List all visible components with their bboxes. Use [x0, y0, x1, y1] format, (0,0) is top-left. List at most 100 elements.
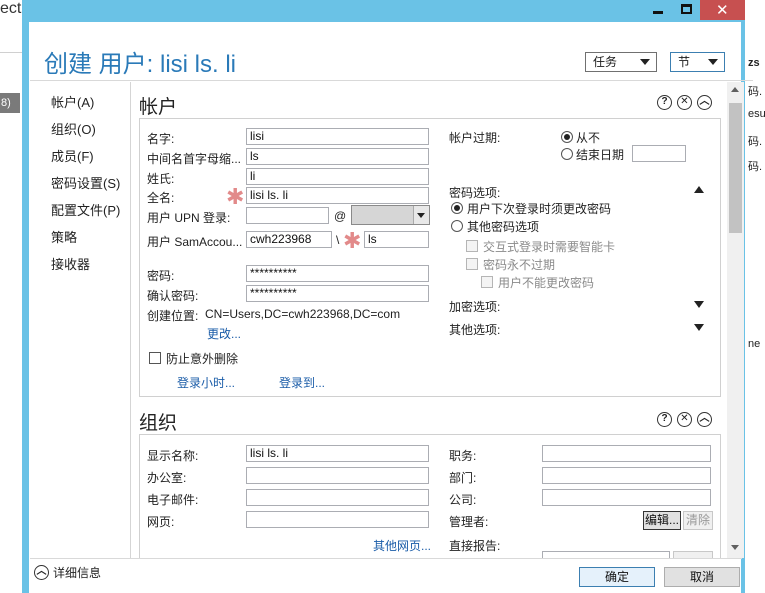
sam-account-input[interactable]: ls — [364, 231, 429, 248]
nav-item-organization[interactable]: 组织(O) — [51, 119, 96, 138]
end-date-label: 结束日期 — [576, 148, 625, 162]
job-title-label: 职务: — [449, 449, 477, 463]
office-label: 办公室: — [147, 471, 187, 485]
confirm-password-label: 确认密码: — [147, 289, 199, 303]
end-date-input[interactable] — [632, 145, 686, 162]
section-heading-account: 帐户 — [139, 97, 178, 118]
nav-item-account[interactable]: 帐户(A) — [51, 92, 94, 111]
section-dropdown-label: 节 — [678, 55, 691, 69]
web-page-input[interactable] — [246, 511, 429, 528]
never-expires-radio[interactable] — [561, 131, 573, 143]
help-icon[interactable]: ? — [657, 412, 672, 427]
scrollbar-thumb[interactable] — [729, 103, 742, 233]
sam-label: 用户 SamAccou... — [147, 235, 243, 249]
required-icon: ✱ — [226, 184, 245, 209]
display-name-input[interactable]: lisi ls. li — [246, 445, 429, 462]
content-divider — [130, 82, 131, 558]
chevron-down-icon — [640, 59, 650, 65]
background-divider — [0, 52, 22, 53]
minimize-button[interactable] — [644, 0, 673, 20]
cancel-button[interactable]: 取消 — [664, 567, 740, 587]
close-button[interactable]: ✕ — [700, 0, 745, 20]
email-label: 电子邮件: — [147, 493, 199, 507]
cannot-change-password-checkbox[interactable] — [481, 276, 493, 288]
section-close-icon[interactable]: ✕ — [677, 95, 692, 110]
maximize-icon — [681, 4, 692, 14]
logon-hours-link[interactable]: 登录小时... — [177, 374, 235, 391]
upn-domain-dropdown[interactable] — [351, 205, 430, 225]
password-label: 密码: — [147, 269, 175, 283]
sam-domain-input: cwh223968 — [246, 231, 332, 248]
direct-reports-button[interactable] — [673, 551, 713, 558]
protect-deletion-label: 防止意外删除 — [166, 352, 239, 366]
logon-to-link[interactable]: 登录到... — [279, 374, 325, 391]
dropdown-button — [413, 206, 429, 224]
must-change-radio[interactable] — [451, 202, 463, 214]
password-input[interactable]: ********** — [246, 265, 429, 282]
background-text: esu — [748, 108, 765, 120]
details-label[interactable]: 详细信息 — [53, 564, 101, 581]
chevron-down-icon — [417, 213, 425, 218]
nav-item-policy[interactable]: 策略 — [51, 227, 77, 246]
end-date-radio[interactable] — [561, 148, 573, 160]
scroll-up-icon[interactable] — [731, 87, 739, 92]
sam-separator: \ — [336, 233, 340, 247]
create-in-value: CN=Users,DC=cwh223968,DC=com — [205, 307, 401, 321]
edit-manager-button[interactable]: 编辑... — [643, 511, 681, 530]
chevron-down-icon[interactable] — [694, 324, 704, 331]
encryption-options-label: 加密选项: — [449, 300, 501, 314]
tasks-dropdown[interactable]: 任务 — [585, 52, 657, 72]
scroll-down-icon[interactable] — [731, 545, 739, 550]
display-name-label: 显示名称: — [147, 449, 199, 463]
first-name-label: 名字: — [147, 132, 175, 146]
password-never-expires-label: 密码永不过期 — [483, 258, 556, 272]
nav-item-password-settings[interactable]: 密码设置(S) — [51, 173, 120, 192]
account-expires-label: 帐户过期: — [449, 131, 501, 145]
first-name-input[interactable]: lisi — [246, 128, 429, 145]
nav-item-profile[interactable]: 配置文件(P) — [51, 200, 120, 219]
upn-input[interactable] — [246, 207, 329, 224]
department-input[interactable] — [542, 467, 711, 484]
initials-input[interactable]: ls — [246, 148, 429, 165]
chevron-down-icon[interactable] — [694, 301, 704, 308]
background-app-title: ecto — [0, 0, 22, 22]
company-input[interactable] — [542, 489, 711, 506]
smartcard-checkbox[interactable] — [466, 240, 478, 252]
ok-button[interactable]: 确定 — [579, 567, 655, 587]
other-web-pages-link[interactable]: 其他网页... — [373, 537, 431, 554]
maximize-button[interactable] — [673, 0, 700, 20]
direct-reports-label: 直接报告: — [449, 539, 501, 553]
collapse-icon[interactable]: ︿ — [697, 412, 712, 427]
email-input[interactable] — [246, 489, 429, 506]
other-password-options-radio[interactable] — [451, 220, 463, 232]
section-heading-organization: 组织 — [139, 413, 178, 434]
clear-manager-button[interactable]: 清除 — [683, 511, 713, 530]
collapse-icon[interactable]: ︿ — [697, 95, 712, 110]
other-password-options-label: 其他密码选项 — [467, 220, 540, 234]
section-dropdown[interactable]: 节 — [670, 52, 725, 72]
change-location-link[interactable]: 更改... — [207, 325, 241, 342]
required-icon: ✱ — [343, 228, 362, 253]
nav-item-member-of[interactable]: 成员(F) — [51, 146, 94, 165]
last-name-input[interactable]: li — [246, 168, 429, 185]
last-name-label: 姓氏: — [147, 172, 175, 186]
direct-reports-list[interactable] — [542, 551, 670, 558]
full-name-label: 全名: — [147, 191, 175, 205]
initials-label: 中间名首字母缩... — [147, 152, 242, 166]
background-text: ne — [748, 338, 761, 350]
full-name-input[interactable]: lisi ls. li — [246, 187, 429, 204]
expand-details-icon[interactable]: ︿ — [34, 565, 49, 580]
password-never-expires-checkbox[interactable] — [466, 258, 478, 270]
confirm-password-input[interactable]: ********** — [246, 285, 429, 302]
section-close-icon[interactable]: ✕ — [677, 412, 692, 427]
help-icon[interactable]: ? — [657, 95, 672, 110]
nav-item-silo[interactable]: 接收器 — [51, 254, 90, 273]
minimize-icon — [653, 11, 663, 14]
other-options-label: 其他选项: — [449, 323, 501, 337]
office-input[interactable] — [246, 467, 429, 484]
must-change-label: 用户下次登录时须更改密码 — [467, 202, 612, 216]
job-title-input[interactable] — [542, 445, 711, 462]
never-expires-label: 从不 — [576, 131, 601, 145]
collapse-options-icon[interactable] — [694, 186, 704, 193]
protect-deletion-checkbox[interactable] — [149, 352, 161, 364]
